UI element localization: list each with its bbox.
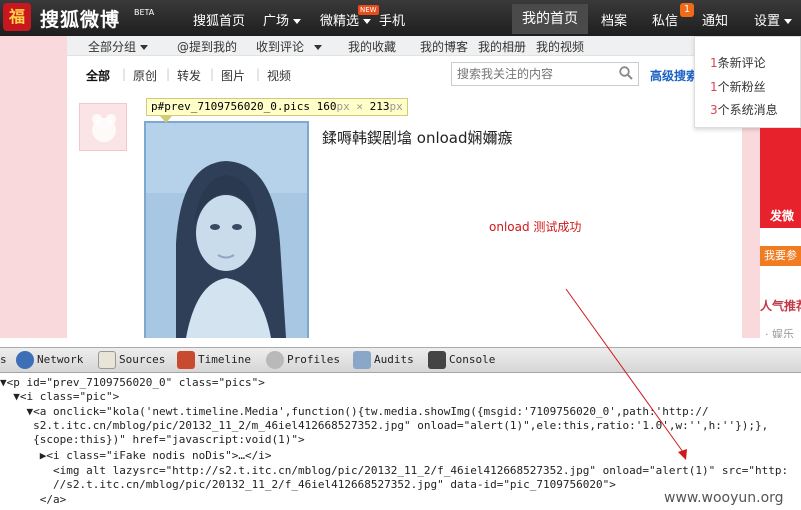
- beta-label: BETA: [134, 8, 155, 17]
- join-button[interactable]: 我要参: [760, 246, 801, 266]
- filter-videos[interactable]: 视频: [267, 67, 291, 84]
- tooltip-width: 160: [316, 100, 337, 113]
- tab-console-label: Console: [449, 353, 496, 366]
- profiles-icon: [266, 351, 284, 369]
- tab-profiles-label: Profiles: [287, 353, 340, 366]
- dom-line[interactable]: <img alt lazysrc="http://s2.t.itc.cn/mbl…: [0, 464, 788, 478]
- nav-messages[interactable]: 私信: [652, 10, 678, 29]
- notification-system-messages[interactable]: 3个系统消息: [710, 101, 778, 118]
- nav-square-label: 广场: [263, 14, 290, 29]
- default-avatar-icon: [92, 114, 116, 142]
- notification-label: 个系统消息: [717, 103, 778, 117]
- chevron-down-icon: [784, 19, 793, 24]
- tab-profiles[interactable]: Profiles: [266, 350, 340, 370]
- tab-sources-label: Sources: [119, 353, 166, 366]
- nav-featured-label: 微精选: [320, 14, 360, 29]
- filter-all[interactable]: 全部: [86, 67, 110, 84]
- subnav-favorites[interactable]: 我的收藏: [348, 38, 396, 55]
- onload-success-annotation: onload 测试成功: [489, 220, 582, 234]
- divider: |: [166, 67, 171, 81]
- nav-mobile[interactable]: 手机: [379, 10, 405, 29]
- subnav-album[interactable]: 我的相册: [478, 38, 526, 55]
- tab-audits[interactable]: Audits: [353, 350, 414, 370]
- divider: |: [256, 67, 261, 81]
- subnav-mentions[interactable]: @提到我的: [177, 38, 237, 55]
- subnav-all-groups[interactable]: 全部分组: [88, 38, 149, 55]
- subnav-comments[interactable]: 收到评论: [256, 38, 323, 55]
- filter-images[interactable]: 图片: [221, 67, 245, 84]
- message-count-badge: 1: [680, 3, 694, 17]
- advanced-search-link[interactable]: 高级搜索: [650, 67, 698, 84]
- nav-notifications[interactable]: 通知: [702, 10, 728, 29]
- element-inspector-tooltip: p#prev_7109756020_0.pics 160px × 213px: [146, 98, 408, 116]
- search-input[interactable]: [451, 62, 639, 86]
- network-icon: [16, 351, 34, 369]
- dom-line[interactable]: ▶<i class="iFake nodis noDis">…</i>: [0, 449, 272, 463]
- nav-settings[interactable]: 设置: [754, 10, 793, 29]
- chevron-down-icon: [293, 19, 302, 24]
- divider: |: [210, 67, 215, 81]
- site-logo[interactable]: 搜狐微博: [40, 5, 120, 32]
- dom-line[interactable]: </a>: [0, 493, 67, 507]
- subnav-video[interactable]: 我的视频: [536, 38, 584, 55]
- search-icon[interactable]: [619, 66, 633, 80]
- subnav-blog[interactable]: 我的博客: [420, 38, 468, 55]
- notification-count: 3: [710, 103, 718, 117]
- notification-new-followers[interactable]: 1个新粉丝: [710, 78, 766, 95]
- new-badge: NEW: [358, 5, 379, 15]
- tab-timeline[interactable]: Timeline: [177, 350, 251, 370]
- avatar[interactable]: [79, 103, 127, 151]
- notification-count: 1: [710, 80, 718, 94]
- tab-audits-label: Audits: [374, 353, 414, 366]
- nav-settings-label: 设置: [754, 14, 781, 29]
- tab-elements-edge[interactable]: s: [0, 350, 10, 370]
- dom-line[interactable]: //s2.t.itc.cn/mblog/pic/20132_11_2/f_46i…: [0, 478, 616, 492]
- tooltip-arrow: [160, 116, 172, 123]
- notification-new-comments[interactable]: 1条新评论: [710, 54, 766, 71]
- tooltip-unit: px: [389, 100, 403, 113]
- tooltip-selector: p#prev_7109756020_0.pics: [151, 100, 310, 113]
- dom-line[interactable]: ▼<a onclick="kola('newt.timeline.Media',…: [0, 405, 708, 419]
- subnav-comments-label: 收到评论: [256, 40, 305, 54]
- nav-square[interactable]: 广场: [263, 10, 302, 29]
- portrait-photo: [146, 123, 307, 338]
- chevron-down-icon: [314, 45, 323, 50]
- page-background-left: [0, 36, 67, 338]
- divider: |: [122, 67, 127, 81]
- sources-icon: [98, 351, 116, 369]
- tooltip-unit: px: [336, 100, 350, 113]
- nav-profile[interactable]: 档案: [601, 10, 627, 29]
- dom-line[interactable]: s2.t.itc.cn/mblog/pic/20132_11_2/m_46iel…: [0, 419, 768, 433]
- dom-line[interactable]: {scope:this})" href="javascript:void(1)"…: [0, 433, 305, 447]
- tooltip-height: 213: [369, 100, 390, 113]
- notification-count: 1: [710, 56, 718, 70]
- filter-original[interactable]: 原创: [133, 67, 157, 84]
- logo-badge: 福: [3, 3, 31, 31]
- tab-sources[interactable]: Sources: [98, 350, 165, 370]
- filter-repost[interactable]: 转发: [177, 67, 201, 84]
- chevron-down-icon: [363, 19, 372, 24]
- promo-banner-text: 发微: [770, 209, 795, 223]
- timeline-icon: [177, 351, 195, 369]
- nav-my-home[interactable]: 我的首页: [512, 4, 588, 34]
- tooltip-times: ×: [356, 100, 363, 113]
- tab-timeline-label: Timeline: [198, 353, 251, 366]
- watermark: www.wooyun.org: [664, 490, 784, 506]
- sub-navigation: [67, 36, 742, 56]
- notification-label: 个新粉丝: [717, 80, 766, 94]
- tab-console[interactable]: Console: [428, 350, 495, 370]
- subnav-all-groups-label: 全部分组: [88, 40, 137, 54]
- dom-line[interactable]: ▼<p id="prev_7109756020_0" class="pics">: [0, 376, 265, 390]
- tab-network[interactable]: Network: [16, 350, 83, 370]
- tab-network-label: Network: [37, 353, 84, 366]
- notification-label: 条新评论: [717, 56, 766, 70]
- dom-line[interactable]: ▼<i class="pic">: [0, 390, 119, 404]
- audits-icon: [353, 351, 371, 369]
- post-image[interactable]: [144, 121, 309, 340]
- post-text: 鍒嗕韩鍥剧墖 onload娴嬭瘯: [322, 129, 513, 147]
- recommend-title: 人气推荐: [760, 299, 801, 313]
- console-icon: [428, 351, 446, 369]
- nav-sohu-home[interactable]: 搜狐首页: [193, 10, 245, 29]
- chevron-down-icon: [140, 45, 149, 50]
